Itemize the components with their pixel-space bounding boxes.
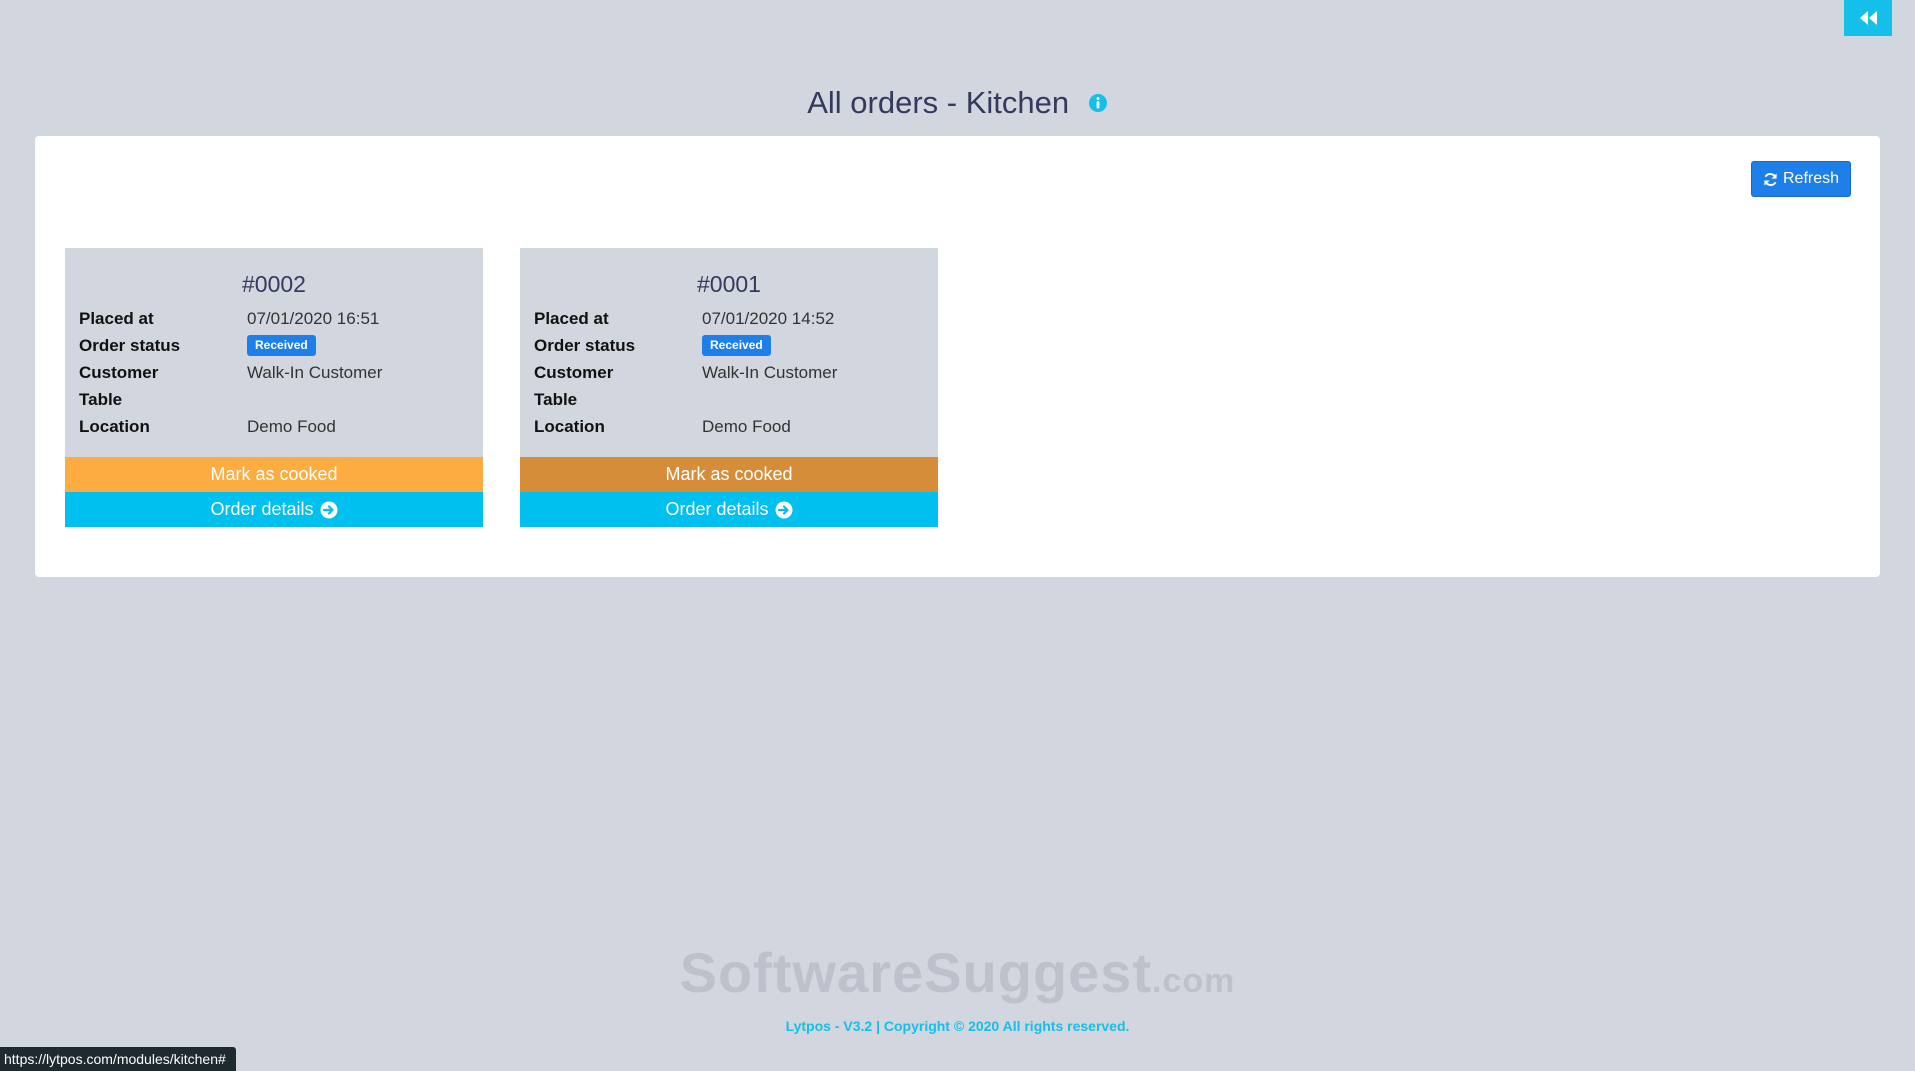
order-number: #0002 [242,271,306,297]
order-row-location: Location Demo Food [79,413,483,440]
double-chevron-left-icon [1860,11,1877,25]
placed-at-label: Placed at [534,308,609,328]
order-number: #0001 [697,271,761,297]
placed-at-value: 07/01/2020 14:52 [702,308,835,328]
mark-as-cooked-label: Mark as cooked [665,464,793,484]
order-row-table: Table [79,386,483,413]
order-row-status: Order status Received [534,332,938,359]
order-details-button[interactable]: Order details [520,492,938,527]
location-label: Location [79,416,150,436]
status-badge: Received [702,335,771,356]
status-badge: Received [247,335,316,356]
page-title-text: All orders - Kitchen [807,85,1070,120]
order-row-location: Location Demo Food [534,413,938,440]
order-row-status: Order status Received [79,332,483,359]
orders-panel: Refresh #0002 Placed at 07/01/2020 16:51… [35,136,1880,577]
refresh-label: Refresh [1782,170,1840,187]
location-label: Location [534,416,605,436]
mark-as-cooked-label: Mark as cooked [210,464,338,484]
watermark-suffix: .com [1152,962,1236,1000]
customer-value: Walk-In Customer [702,362,838,382]
footer-copyright: Lytpos - V3.2 | Copyright © 2020 All rig… [785,1018,1130,1034]
order-details-button[interactable]: Order details [65,492,483,527]
refresh-icon [1764,172,1777,186]
order-status-label: Order status [534,335,636,355]
location-value: Demo Food [702,416,791,436]
order-details-label: Order details [210,499,314,519]
watermark: SoftwareSuggest.com [0,940,1915,1005]
mark-as-cooked-button[interactable]: Mark as cooked [520,457,938,492]
order-row-table: Table [534,386,938,413]
info-circle-icon[interactable] [1088,83,1108,123]
arrow-circle-right-icon [775,501,793,518]
order-card: #0002 Placed at 07/01/2020 16:51 Order s… [65,248,483,527]
order-row-placed-at: Placed at 07/01/2020 16:51 [79,305,483,332]
status-bar-url: https://lytpos.com/modules/kitchen# [0,1047,236,1071]
mark-as-cooked-button[interactable]: Mark as cooked [65,457,483,492]
order-card: #0001 Placed at 07/01/2020 14:52 Order s… [520,248,938,527]
customer-label: Customer [534,362,614,382]
order-row-customer: Customer Walk-In Customer [79,359,483,386]
location-value: Demo Food [247,416,336,436]
arrow-circle-right-icon [320,501,338,518]
placed-at-label: Placed at [79,308,154,328]
order-details-label: Order details [665,499,769,519]
collapse-sidebar-button[interactable] [1844,0,1892,36]
order-status-label: Order status [79,335,181,355]
table-label: Table [534,389,578,409]
order-row-placed-at: Placed at 07/01/2020 14:52 [534,305,938,332]
customer-value: Walk-In Customer [247,362,383,382]
customer-label: Customer [79,362,159,382]
watermark-main: SoftwareSuggest [679,941,1153,1004]
page-title: All orders - Kitchen [0,83,1915,123]
placed-at-value: 07/01/2020 16:51 [247,308,380,328]
refresh-button[interactable]: Refresh [1751,161,1851,197]
order-row-customer: Customer Walk-In Customer [534,359,938,386]
table-label: Table [79,389,123,409]
